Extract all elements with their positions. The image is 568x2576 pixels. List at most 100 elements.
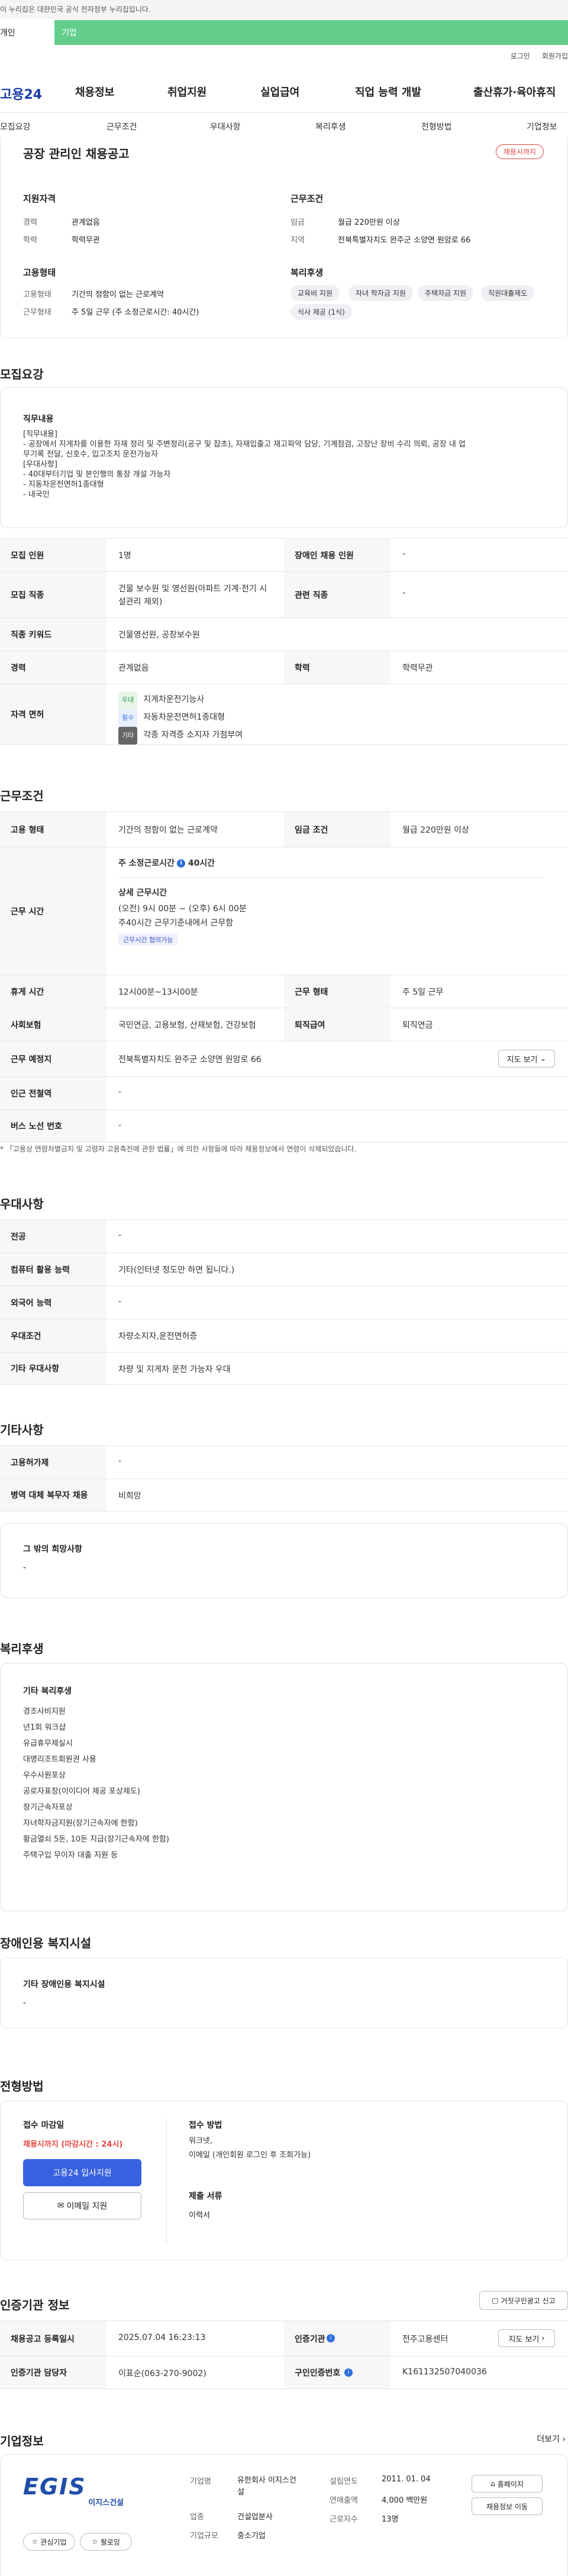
benefit-item: 공로자표창(이이디어 제공 포상제도) xyxy=(23,1787,140,1796)
other-wishes-value: - xyxy=(23,1563,27,1572)
lnb-recruit[interactable]: 모집요강 xyxy=(0,121,31,132)
tab-company[interactable]: 기업 xyxy=(54,20,568,45)
table-row: 버스 노선 번호 - xyxy=(0,1109,568,1143)
company-field-label: 기업명 xyxy=(190,2477,211,2486)
company-field-value: 2011. 01. 04 xyxy=(382,2475,431,2484)
row-header: 채용공고 등록일시 xyxy=(0,2321,106,2356)
lnb-preferences[interactable]: 우대사항 xyxy=(210,121,241,132)
wage-value: 월급 220만원 이상 xyxy=(338,218,400,227)
info-icon[interactable]: i xyxy=(327,2334,335,2342)
gov-notice-text: 이 누리집은 대한민국 공식 전자정부 누리집입니다. xyxy=(0,5,151,14)
method-line: 워크넷, xyxy=(189,2137,213,2145)
gnb-item-employment-support[interactable]: 취업지원 xyxy=(167,84,206,99)
docs-value: 이력서 xyxy=(189,2211,210,2220)
table-row: 고용 형태 기간의 정함이 없는 근로계약 임금 조건 월급 220만원 이상 xyxy=(0,811,568,847)
row-value: 전북특별자치도 완주군 소양면 원암로 66 xyxy=(118,1055,262,1064)
pref-heading: 우대사항 xyxy=(0,1197,44,1211)
agency-heading: 인증기관 정보 xyxy=(0,2298,70,2312)
row-header: 인증기관 xyxy=(284,2321,390,2356)
benefits-list: 경조사비지원 년1회 워크샵 유급휴무제실시 대명리조트회원권 사용 우수사원포… xyxy=(23,1704,169,1863)
benefit-item: 황금열쇠 5돈, 10돈 지급(장기근속자에 한함) xyxy=(23,1835,169,1844)
benefit-item: 경조사비지원 xyxy=(23,1707,66,1716)
lnb-company[interactable]: 기업정보 xyxy=(527,121,557,132)
welfare-chip: 식사 제공 (1식) xyxy=(291,304,352,320)
mail-icon: ✉ xyxy=(57,2201,64,2211)
benefits-card: 기타 복리후생 경조사비지원 년1회 워크샵 유급휴무제실시 대명리조트회원권 … xyxy=(0,1663,568,1911)
emp-type-label: 고용형태 xyxy=(23,290,51,299)
row-header: 자격 면허 xyxy=(0,684,106,745)
benefits-card-heading: 기타 복리후생 xyxy=(23,1687,72,1696)
row-header: 우대조건 xyxy=(0,1319,106,1352)
weekly-hours-value: 40시간 xyxy=(188,859,215,868)
company-more-link[interactable]: 더보기 › xyxy=(537,2433,566,2445)
company-field-value: 중소기업 xyxy=(237,2532,266,2541)
info-icon[interactable]: i xyxy=(344,2368,353,2377)
follow-company-label: 팔로잉 xyxy=(100,2538,120,2546)
work-type-label: 근무형태 xyxy=(23,308,51,317)
gnb-item-leave[interactable]: 출산휴가·육아휴직 xyxy=(473,84,556,99)
edu-label: 학력 xyxy=(23,236,37,245)
row-value: - xyxy=(118,1088,122,1097)
info-icon[interactable]: i xyxy=(177,859,186,868)
row-header: 구인인증번호 xyxy=(284,2357,390,2389)
star-icon: ☆ xyxy=(92,2538,98,2546)
lnb-selection[interactable]: 전형방법 xyxy=(421,121,452,132)
gnb-item-unemployment-benefit[interactable]: 실업급여 xyxy=(260,84,299,99)
row-header: 관련 직종 xyxy=(284,572,390,617)
license-name: 각종 자격증 소지자 가점부여 xyxy=(143,730,243,740)
job-title: 공장 관리인 채용공고 xyxy=(23,147,130,161)
favorite-company-button[interactable]: ☆ 관심기업 xyxy=(23,2533,75,2551)
tab-personal[interactable]: 개인 xyxy=(0,20,54,45)
table-row: 근무 시간 주 소정근로시간 i 40시간 상세 근무시간 (오전) 9시 00분… xyxy=(0,847,568,975)
lnb-conditions[interactable]: 근무조건 xyxy=(106,121,137,132)
row-header: 전공 xyxy=(0,1220,106,1253)
row-header: 근무 예정지 xyxy=(0,1041,106,1076)
row-header: 학력 xyxy=(284,651,390,684)
row-header: 병역 대체 복무자 채용 xyxy=(0,1479,106,1511)
benefit-item: 장기근속자포상 xyxy=(23,1803,73,1812)
lnb-benefits[interactable]: 복리후생 xyxy=(315,121,346,132)
table-row: 휴게 시간 12시00분~13시00분 근무 형태 주 5일 근무 xyxy=(0,975,568,1008)
summary-card: 공장 관리인 채용공고 채용시까지 지원자격 경력 관계없음 학력 학력무관 근… xyxy=(0,137,568,338)
job-desc-line: 무기록 전달, 신호수, 입고조치 운전가능자 xyxy=(23,450,159,459)
table-row: 고용허가제 - xyxy=(0,1445,568,1478)
apply-divider xyxy=(166,2119,167,2243)
exp-label: 경력 xyxy=(23,218,37,227)
table-row: 전공 - xyxy=(0,1219,568,1253)
agency-map-label: 지도 보기 xyxy=(508,2335,540,2344)
apply-button[interactable]: 고용24 입사지원 xyxy=(23,2159,141,2186)
disabled-card-value: - xyxy=(23,1998,27,2008)
row-value: 학력무관 xyxy=(402,664,433,673)
global-nav: 고용24 채용정보 취업지원 실업급여 직업 능력 개발 출산휴가·육아휴직 xyxy=(0,77,568,106)
report-ad-label: 거짓구인광고 신고 xyxy=(501,2296,556,2305)
row-value: 국민연금, 고용보험, 산재보험, 건강보험 xyxy=(118,1021,256,1030)
etc-heading: 기타사항 xyxy=(0,1423,44,1437)
row-header: 휴게 시간 xyxy=(0,975,106,1008)
tab-personal-label: 개인 xyxy=(0,28,15,38)
benefit-item: 년1회 워크샵 xyxy=(23,1723,66,1732)
row-value: 기간의 정함이 없는 근로계약 xyxy=(118,826,218,835)
map-button[interactable]: 지도 보기 ⌄ xyxy=(498,1050,555,1067)
detail-hours-heading: 상세 근무시간 xyxy=(118,888,167,898)
company-jobs-button[interactable]: 채용정보 이동 xyxy=(472,2497,543,2515)
row-value: 기타(인터넷 정도만 하면 됩니다.) xyxy=(118,1266,235,1275)
row-value: - xyxy=(118,1121,122,1130)
welfare-chip: 자녀 학자금 지원 xyxy=(348,285,413,301)
agency-map-button[interactable]: 지도 보기 › xyxy=(498,2329,555,2347)
table-row: 근무 예정지 전북특별자치도 완주군 소양면 원암로 66 지도 보기 ⌄ xyxy=(0,1041,568,1076)
gnb-item-skills[interactable]: 직업 능력 개발 xyxy=(355,84,421,99)
table-row: 채용공고 등록일시 2025.07.04 16:23:13 인증기관 i 전주고… xyxy=(0,2321,568,2356)
gnb-item-jobs[interactable]: 채용정보 xyxy=(75,84,114,99)
report-ad-button[interactable]: ▢ 거짓구인광고 신고 xyxy=(479,2291,568,2310)
row-header: 외국어 능력 xyxy=(0,1286,106,1319)
email-apply-button[interactable]: ✉ 이메일 지원 xyxy=(23,2192,141,2219)
user-type-tabs: 개인 기업 xyxy=(0,20,568,45)
disabled-card-heading: 기타 장애인용 복지시설 xyxy=(23,1980,105,1989)
table-row: 우대조건 차량소지자,운전면허증 xyxy=(0,1319,568,1352)
site-logo[interactable]: 고용24 xyxy=(0,84,59,103)
disabled-card: 기타 장애인용 복지시설 - xyxy=(0,1957,568,2028)
follow-company-button[interactable]: ☆ 팔로잉 xyxy=(80,2533,132,2551)
homepage-button[interactable]: ⌂ 홈페이지 xyxy=(472,2475,543,2493)
signup-link[interactable]: 회원가입 xyxy=(542,51,568,61)
login-link[interactable]: 로그인 xyxy=(511,51,530,61)
